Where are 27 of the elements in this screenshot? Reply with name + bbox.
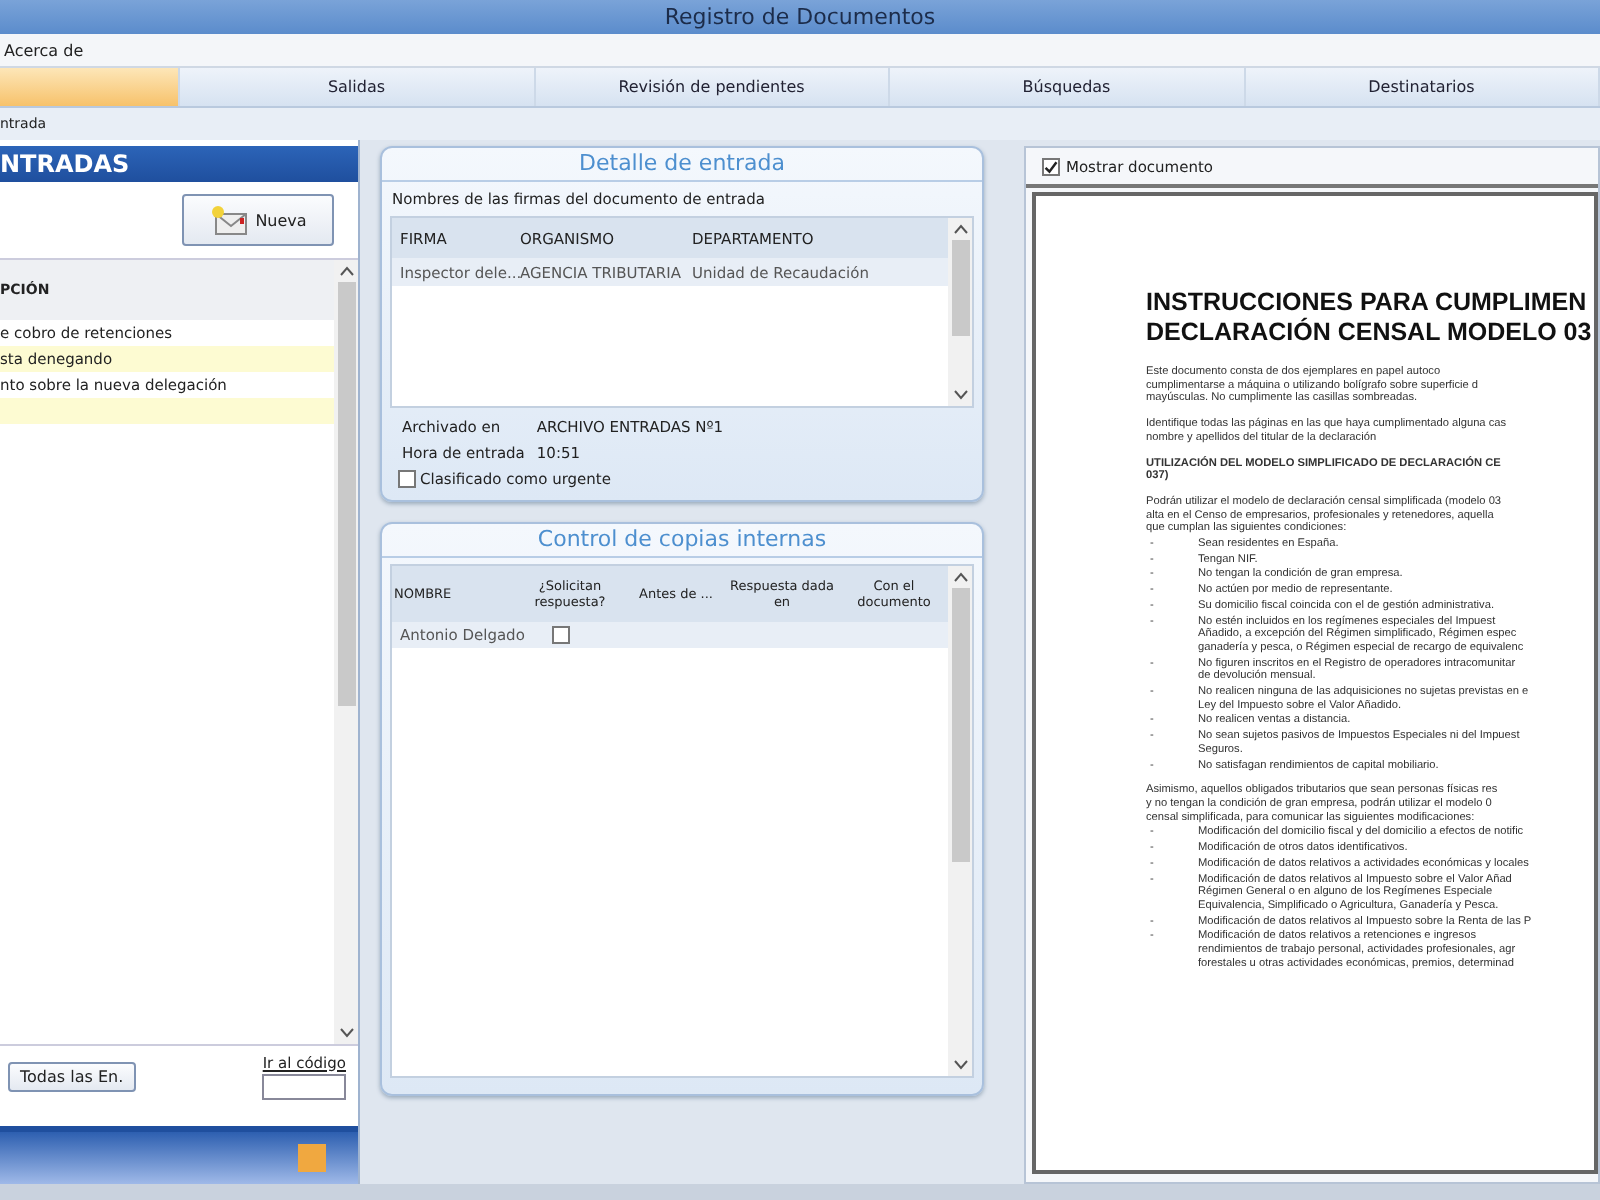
scroll-up-icon[interactable] xyxy=(953,224,967,234)
scroll-down-icon[interactable] xyxy=(953,390,967,400)
scrollbar[interactable] xyxy=(948,566,972,1076)
checkbox[interactable] xyxy=(552,626,570,644)
new-button[interactable]: Nueva xyxy=(182,194,334,246)
checkbox[interactable] xyxy=(1042,157,1060,175)
toolbar-tab[interactable]: Búsquedas xyxy=(890,68,1245,106)
square-icon xyxy=(298,1144,326,1172)
toolbar-tab[interactable]: Revisión de pendientes xyxy=(535,68,890,106)
document-title: INSTRUCCIONES PARA CUMPLIMEN DECLARACIÓN CENSAL MODELO 03 xyxy=(1146,288,1594,348)
scroll-down-icon[interactable] xyxy=(953,1060,967,1070)
scrollbar[interactable] xyxy=(334,260,358,1044)
envelope-star-icon xyxy=(209,204,250,236)
toolbar-tab[interactable]: Destinatarios xyxy=(1245,68,1600,106)
panel-title: Control de copias internas xyxy=(537,526,827,552)
scroll-down-icon[interactable] xyxy=(339,1028,353,1038)
panel-header: NTRADAS xyxy=(0,146,358,182)
scroll-up-icon[interactable] xyxy=(339,266,353,276)
panel-title: Detalle de entrada xyxy=(579,150,785,176)
scrollbar[interactable] xyxy=(948,218,972,406)
toolbar-tab[interactable]: Salidas xyxy=(180,68,535,106)
scroll-up-icon[interactable] xyxy=(953,572,967,582)
menu-item[interactable]: Acerca de xyxy=(0,41,88,59)
code-input-field[interactable] xyxy=(262,1073,346,1099)
checkbox[interactable] xyxy=(398,470,416,488)
all-entries-button[interactable]: Todas las En. xyxy=(8,1061,136,1091)
window-title: Registro de Documentos xyxy=(0,0,1600,34)
